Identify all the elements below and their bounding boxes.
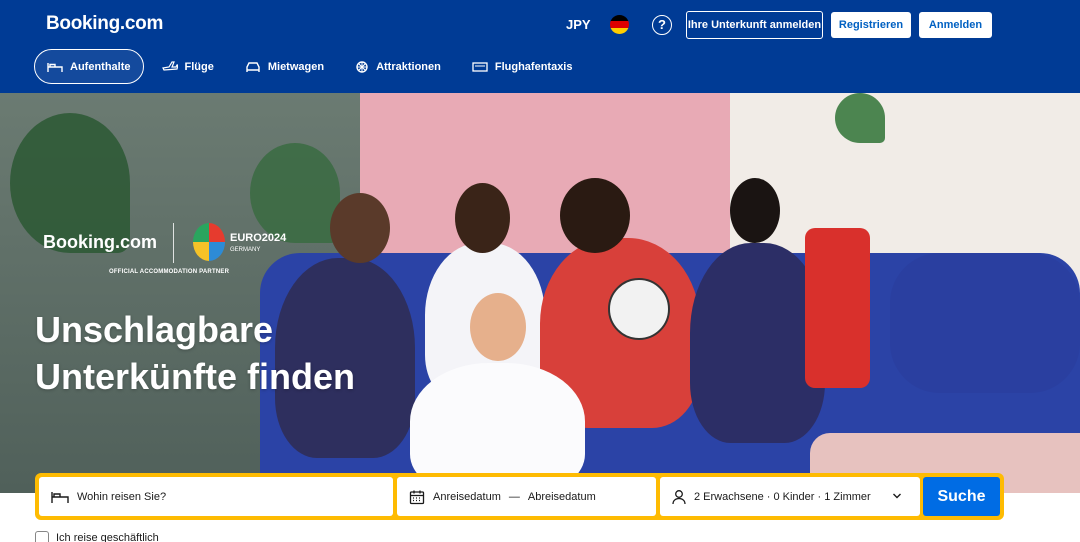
nav-label: Aufenthalte — [70, 60, 131, 73]
euro2024-logo-icon — [193, 223, 225, 261]
person-icon — [672, 489, 686, 504]
german-flag-icon[interactable] — [610, 15, 629, 34]
bed-icon — [51, 491, 69, 503]
nav-item-attractions[interactable]: Attraktionen — [342, 49, 454, 84]
business-travel-checkbox[interactable] — [35, 531, 49, 542]
guests-summary: 2 Erwachsene · 0 Kinder · 1 Zimmer — [694, 490, 871, 503]
euro2024-subtitle: GERMANY — [230, 247, 261, 253]
destination-input[interactable]: Wohin reisen Sie? — [39, 477, 393, 516]
fan-head — [470, 293, 526, 361]
fan-head — [560, 178, 630, 253]
nav-item-car-rental[interactable]: Mietwagen — [232, 49, 337, 84]
checkout-label: Abreisedatum — [527, 490, 596, 503]
nav-label: Flughafentaxis — [494, 60, 573, 73]
product-nav: Aufenthalte Flüge Mietwagen Attraktionen… — [34, 49, 590, 84]
partner-text: OFFICIAL ACCOMMODATION PARTNER — [109, 269, 230, 275]
flag-image — [805, 228, 870, 388]
guests-selector[interactable]: 2 Erwachsene · 0 Kinder · 1 Zimmer — [660, 477, 920, 516]
hero-headline: Unschlagbare Unterkünfte finden — [35, 309, 355, 397]
help-icon[interactable]: ? — [652, 15, 672, 35]
hero-brand-logo: Booking.com — [43, 232, 158, 252]
search-button[interactable]: Suche — [923, 477, 1000, 516]
nav-item-flights[interactable]: Flüge — [149, 49, 227, 84]
top-header: Booking.com JPY ? Ihre Unterkunft anmeld… — [0, 0, 1080, 93]
business-travel-option[interactable]: Ich reise geschäftlich — [35, 531, 159, 542]
date-range-picker[interactable]: Anreisedatum — Abreisedatum — [397, 477, 656, 516]
nav-item-airport-taxis[interactable]: Flughafentaxis — [459, 49, 586, 84]
chevron-down-icon — [893, 493, 901, 499]
fan-head — [730, 178, 780, 243]
currency-selector[interactable]: JPY — [566, 17, 591, 32]
taxi-icon — [472, 61, 488, 72]
login-button[interactable]: Anmelden — [919, 12, 992, 38]
register-button[interactable]: Registrieren — [831, 12, 911, 38]
destination-placeholder: Wohin reisen Sie? — [77, 490, 167, 503]
date-separator: — — [508, 490, 520, 503]
hero-banner: Booking.com EURO2024 GERMANY OFFICIAL AC… — [0, 93, 1080, 493]
checkin-label: Anreisedatum — [433, 490, 501, 503]
nav-item-stays[interactable]: Aufenthalte — [34, 49, 144, 84]
search-bar: Wohin reisen Sie? Anreisedatum — Abreise… — [35, 473, 1004, 520]
attractions-icon — [356, 60, 368, 73]
calendar-icon — [409, 490, 425, 504]
car-icon — [246, 61, 260, 72]
list-property-button[interactable]: Ihre Unterkunft anmelden — [686, 11, 823, 39]
plane-icon — [161, 60, 178, 71]
hero-divider — [173, 223, 174, 263]
football-image — [608, 278, 670, 340]
euro2024-title: EURO2024 — [230, 232, 287, 244]
nav-label: Mietwagen — [267, 60, 325, 73]
nav-label: Flüge — [184, 60, 214, 73]
plant-decoration — [835, 93, 885, 143]
booking-logo[interactable]: Booking.com — [46, 13, 163, 35]
fan-head — [330, 193, 390, 263]
bed-icon — [47, 62, 63, 72]
fan-head — [455, 183, 510, 253]
plant-decoration — [250, 143, 340, 243]
nav-label: Attraktionen — [376, 60, 441, 73]
sofa-arm-image — [890, 253, 1080, 393]
business-travel-label: Ich reise geschäftlich — [56, 532, 159, 542]
